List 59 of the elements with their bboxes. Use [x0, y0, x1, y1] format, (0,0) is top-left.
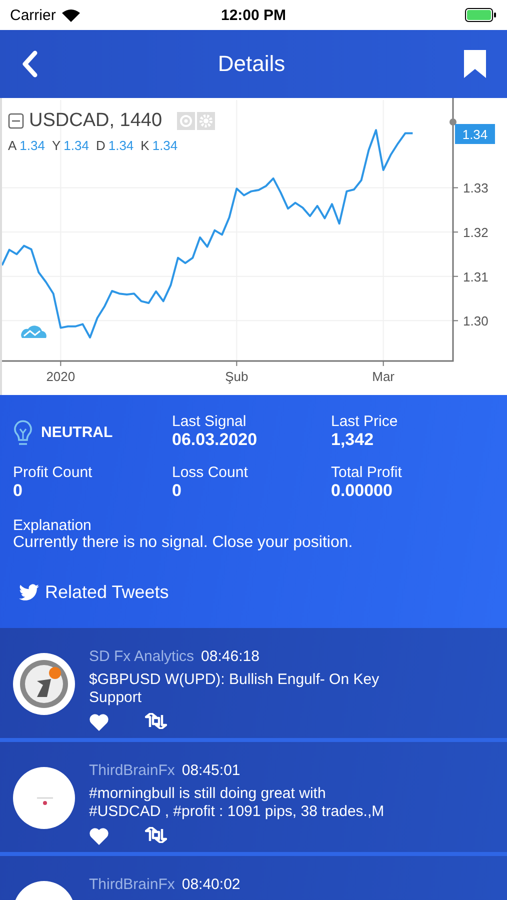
retweet-icon[interactable] — [145, 827, 167, 843]
stat-value: 0.00000 — [331, 481, 394, 501]
tweet-time: 08:40:02 — [182, 876, 240, 893]
tweet-author: SD Fx Analytics — [89, 648, 194, 665]
eye-icon — [177, 112, 196, 130]
ohlc-label: Y — [52, 138, 61, 153]
collapse-icon — [8, 113, 24, 129]
tweet-text: #morningbull is still doing great with #USDCAD , #profit : 1091 pips, 38 trades.,M — [89, 785, 386, 821]
ohlc-value: 1.34 — [64, 138, 89, 153]
tweet-time: 08:45:01 — [182, 762, 240, 779]
heart-icon[interactable] — [89, 713, 109, 731]
x-tick-label: Şub — [225, 369, 248, 384]
price-tag: 1.34 — [455, 124, 495, 144]
clock-time: 12:00 PM — [220, 6, 286, 24]
ohlc-label: A — [8, 138, 17, 153]
stat-label: Last Price — [331, 413, 399, 430]
wifi-icon — [62, 8, 80, 22]
stat-label: Profit Count — [13, 464, 94, 481]
cloud-logo-icon — [21, 326, 46, 338]
tweet-author: ThirdBrainFx — [89, 876, 175, 893]
ohlc-label: K — [140, 138, 150, 153]
signal-status: NEUTRAL — [41, 424, 113, 441]
y-tick-label: 1.30 — [463, 314, 488, 329]
chart-symbol: USDCAD — [29, 110, 110, 132]
back-button[interactable] — [20, 50, 40, 78]
tweet-text: $GBPUSD W(UPD): Bullish Engulf- On Key Support — [89, 671, 380, 707]
explanation-text: Currently there is no signal. Close your position. — [13, 534, 354, 552]
bird-icon — [19, 584, 39, 601]
lightbulb-icon — [13, 420, 33, 446]
ohlc-value: 1.34 — [20, 138, 45, 153]
tweet-time: 08:46:18 — [201, 648, 260, 665]
stat-value: 0 — [172, 481, 182, 501]
ohlc-value: 1.34 — [108, 138, 134, 153]
avatar-icon — [13, 767, 75, 829]
x-tick-label: Mar — [372, 369, 395, 384]
handle-icon[interactable] — [450, 118, 456, 126]
ohlc-value: 1.34 — [152, 138, 178, 153]
battery-icon — [465, 8, 498, 22]
stat-label: Last Signal — [172, 413, 248, 430]
stat-label: Total Profit — [331, 464, 403, 481]
stat-label: Loss Count — [172, 464, 249, 481]
x-tick-label: 2020 — [46, 369, 76, 384]
section-title: Related Tweets — [45, 582, 169, 603]
heart-icon[interactable] — [89, 827, 109, 845]
stat-value: 0 — [13, 481, 24, 501]
y-tick-label: 1.33 — [463, 180, 488, 196]
y-tick-label: 1.31 — [463, 269, 488, 284]
carrier-label: Carrier — [10, 6, 56, 24]
avatar-icon — [13, 653, 75, 715]
chart-interval: , 1440 — [109, 110, 162, 132]
ohlc-label: D — [96, 138, 106, 153]
tweet-author: ThirdBrainFx — [89, 762, 175, 779]
screen-title: Details — [218, 51, 286, 77]
retweet-icon[interactable] — [145, 713, 167, 729]
stat-value: 06.03.2020 — [172, 430, 258, 450]
explanation-label: Explanation — [13, 517, 92, 534]
bookmark-button[interactable] — [463, 50, 487, 78]
y-tick-label: 1.32 — [463, 225, 488, 240]
stat-value: 1,342 — [331, 430, 375, 450]
